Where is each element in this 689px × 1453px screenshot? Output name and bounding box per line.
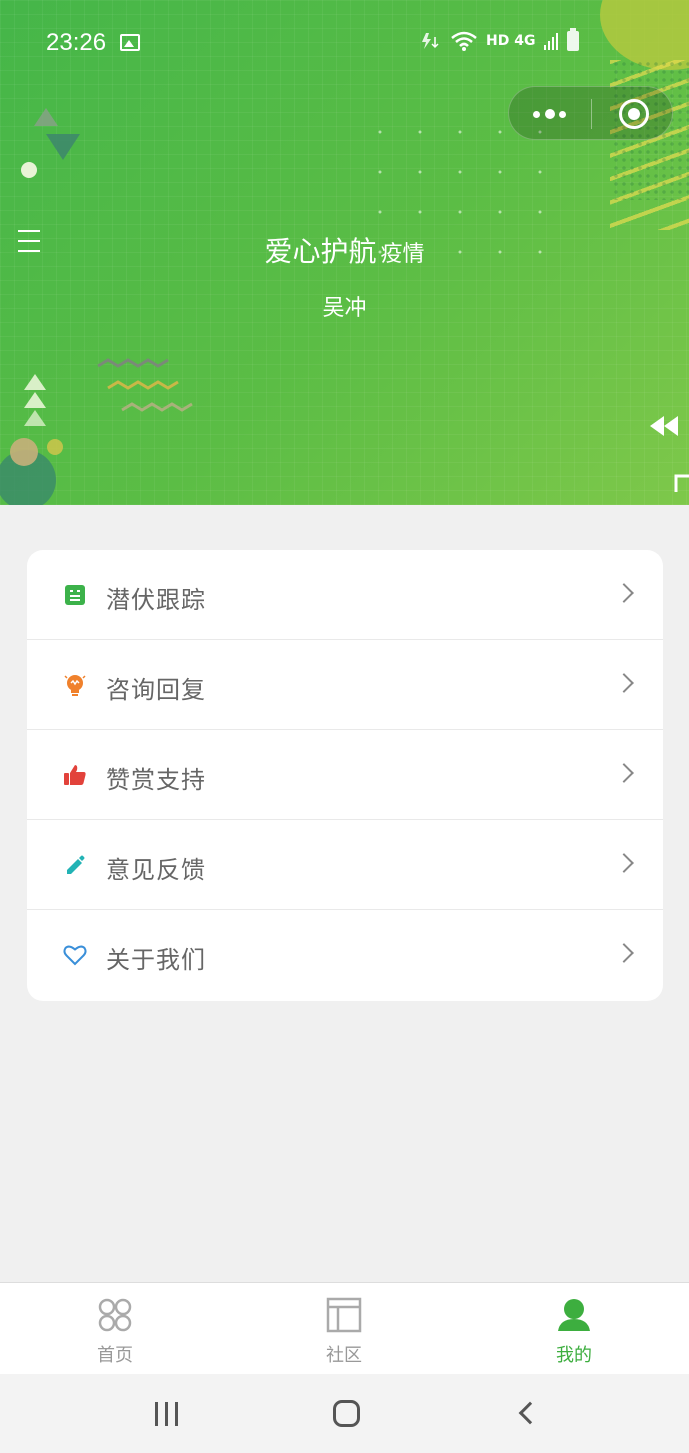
status-time: 23:26 (46, 29, 107, 56)
menu-item-consult[interactable]: 咨询回复 (27, 640, 663, 730)
system-navigation-bar (0, 1374, 689, 1453)
chevron-right-icon (614, 853, 634, 873)
more-menu-icon[interactable] (533, 107, 567, 121)
bottom-tab-bar: 首页 社区 我的 (0, 1282, 689, 1374)
decor-zigzags (97, 358, 193, 412)
app-subtitle: 疫情 (380, 242, 425, 267)
menu-item-label: 赞赏支持 (106, 766, 206, 794)
menu-item-tracking[interactable]: 潜伏跟踪 (27, 550, 663, 640)
menu-item-label: 关于我们 (106, 946, 206, 974)
menu-item-appreciate[interactable]: 赞赏支持 (27, 730, 663, 820)
tab-profile[interactable]: 我的 (459, 1283, 689, 1375)
chevron-right-icon (614, 673, 634, 693)
thumbs-up-icon (64, 765, 86, 785)
status-indicators: HD 4G (420, 28, 580, 52)
profile-header: 23:26 HD 4G 爱心护航 疫情 吴冲 (0, 0, 689, 505)
menu-item-label: 潜伏跟踪 (106, 586, 206, 614)
charging-data-icon (422, 33, 439, 49)
app-title: 爱心护航 (264, 235, 377, 268)
network-type-label: HD 4G (486, 33, 536, 49)
menu-item-feedback[interactable]: 意见反馈 (27, 820, 663, 910)
tab-label: 社区 (326, 1345, 362, 1366)
menu-item-about[interactable]: 关于我们 (27, 910, 663, 1000)
heart-icon (63, 945, 87, 966)
signal-icon (544, 33, 559, 50)
tab-label: 我的 (556, 1345, 592, 1366)
tab-label: 首页 (97, 1345, 133, 1366)
menu-item-label: 意见反馈 (106, 856, 206, 884)
menu-card: 潜伏跟踪 咨询回复 赞赏支持 意见反馈 关于我们 (27, 550, 663, 1001)
tracking-icon (65, 585, 85, 605)
community-icon (326, 1297, 362, 1333)
home-grid-icon (98, 1298, 132, 1332)
recent-apps-icon[interactable] (155, 1402, 179, 1426)
chevron-right-icon (614, 943, 634, 963)
battery-icon (567, 28, 580, 51)
chevron-right-icon (614, 583, 634, 603)
status-bar: 23:26 HD 4G (0, 0, 689, 88)
wifi-icon (451, 31, 477, 51)
bulb-icon (64, 675, 86, 696)
image-notification-icon (120, 34, 140, 51)
chevron-right-icon (614, 763, 634, 783)
home-button-icon[interactable] (333, 1400, 360, 1427)
decor-triangles-top (21, 108, 80, 178)
miniprogram-capsule (508, 86, 673, 140)
back-icon[interactable] (518, 1401, 542, 1425)
pencil-icon (67, 855, 85, 874)
close-miniprogram-icon[interactable] (619, 99, 649, 129)
profile-icon (558, 1299, 590, 1331)
decor-arrows (650, 416, 689, 492)
tab-community[interactable]: 社区 (229, 1283, 459, 1375)
user-name: 吴冲 (322, 296, 367, 321)
decor-shapes-bottom (0, 374, 63, 505)
header-title: 爱心护航 疫情 (0, 230, 689, 270)
capsule-divider (591, 99, 592, 129)
menu-item-label: 咨询回复 (106, 676, 206, 704)
tab-home[interactable]: 首页 (0, 1283, 230, 1375)
